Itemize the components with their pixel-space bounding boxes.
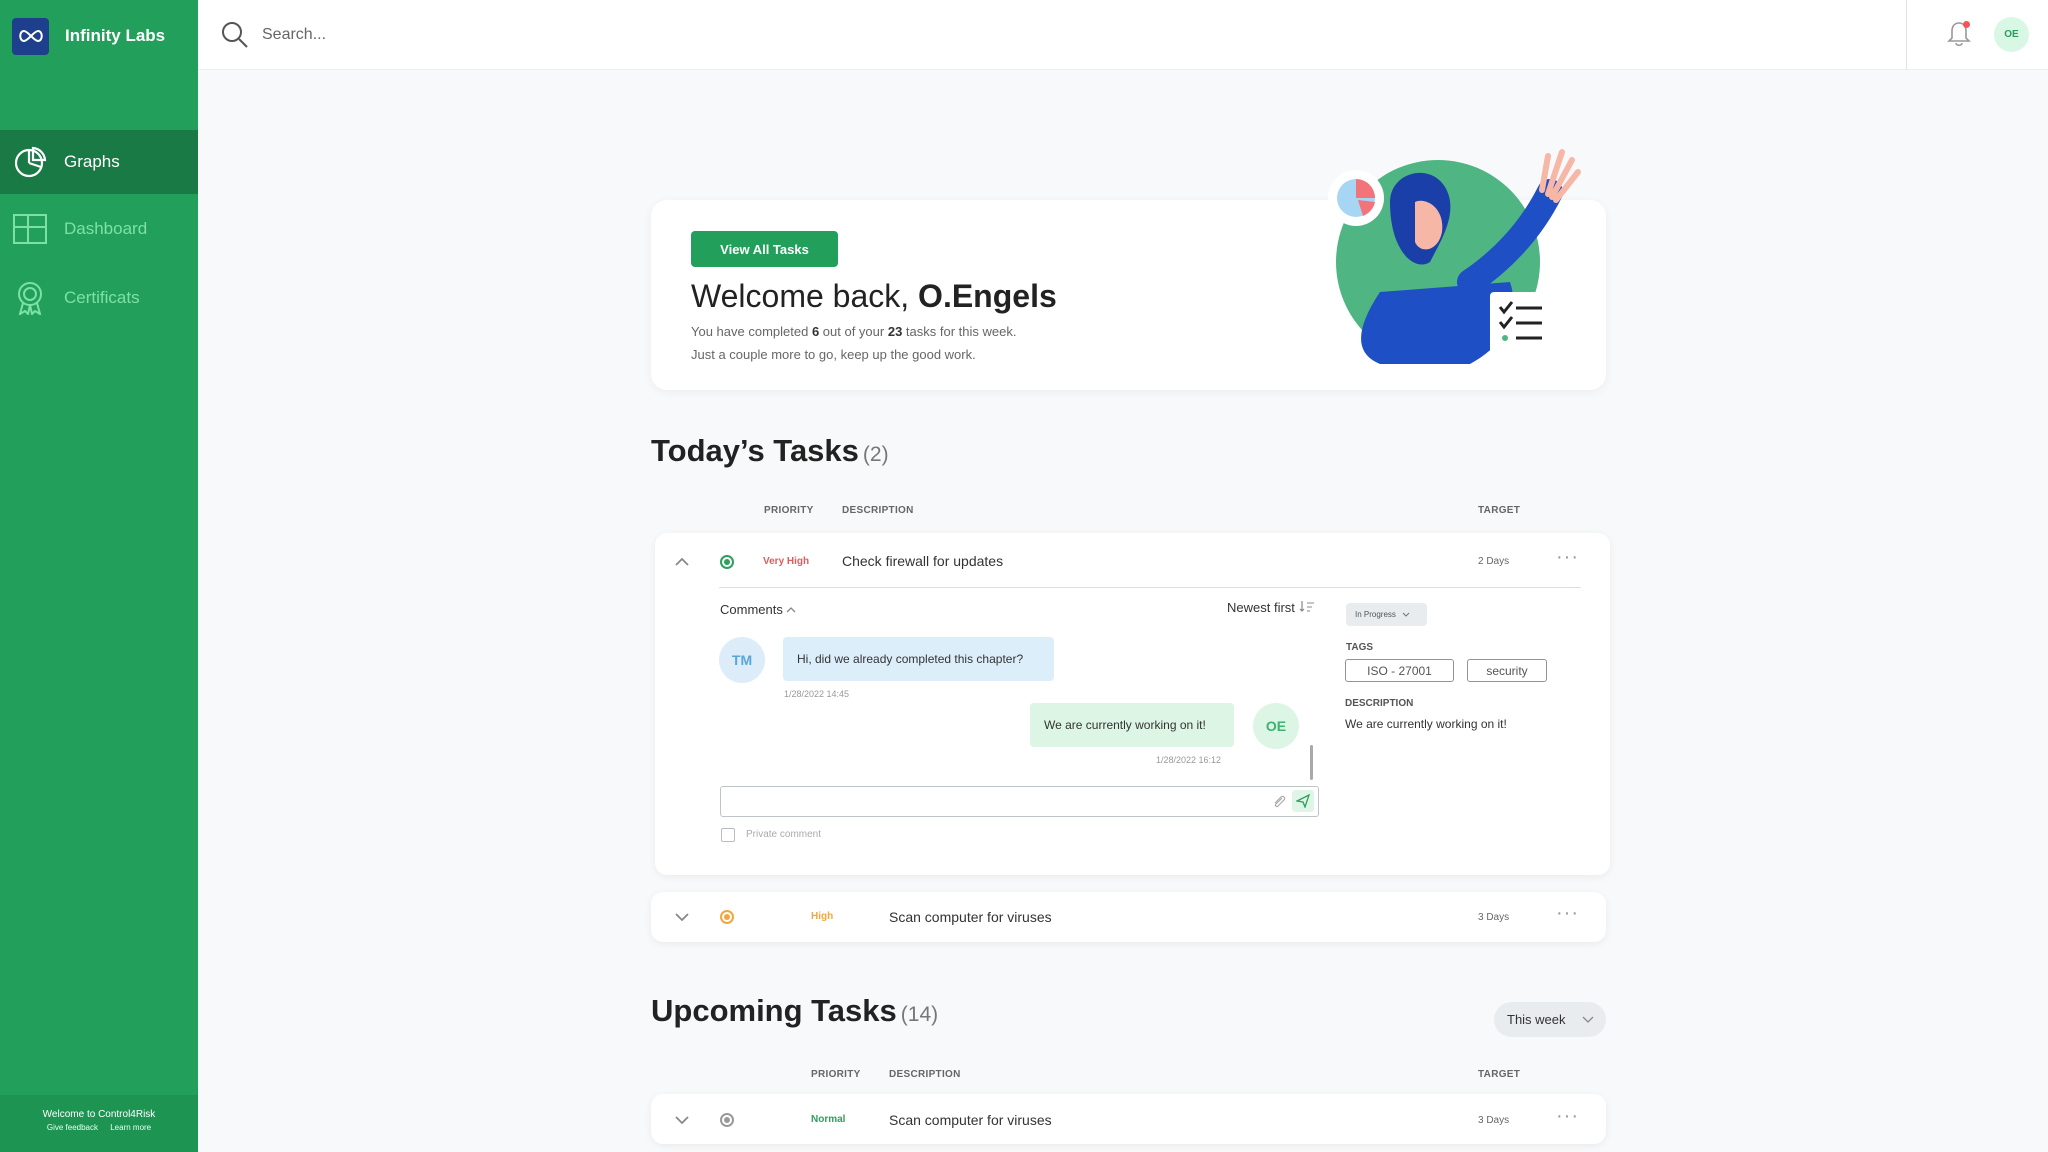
status-dropdown[interactable]: In Progress — [1346, 603, 1427, 626]
topbar-divider — [1906, 0, 1907, 70]
todays-tasks-count: (2) — [862, 443, 889, 466]
priority-dot — [720, 1113, 734, 1127]
award-icon — [12, 280, 48, 316]
sidebar: Infinity Labs Graphs Dashboard Certifica… — [0, 0, 198, 1152]
chevron-up-icon[interactable] — [672, 552, 692, 572]
welcome-illustration — [1320, 142, 1600, 378]
notifications-button[interactable] — [1946, 20, 1972, 48]
send-icon — [1296, 794, 1310, 808]
column-priority: PRIORITY — [764, 505, 814, 516]
user-name: O.Engels — [918, 278, 1057, 314]
more-options-button[interactable]: ··· — [1556, 903, 1579, 923]
tags-label: TAGS — [1346, 642, 1374, 653]
description-label: DESCRIPTION — [1345, 698, 1414, 709]
bell-icon — [1946, 22, 1972, 52]
row-divider — [719, 587, 1581, 588]
notification-dot — [1963, 21, 1970, 28]
priority-label: Very High — [763, 556, 810, 567]
task-description: Scan computer for viruses — [889, 1112, 1052, 1128]
view-all-tasks-button[interactable]: View All Tasks — [691, 231, 838, 267]
user-avatar[interactable]: OE — [1994, 17, 2029, 52]
paperclip-icon[interactable] — [1271, 794, 1287, 810]
week-filter-dropdown[interactable]: This week — [1494, 1002, 1606, 1037]
sidebar-footer: Welcome to Control4Risk Give feedback Le… — [0, 1095, 198, 1152]
task-target: 2 Days — [1478, 556, 1510, 567]
sidebar-item-label: Dashboard — [64, 219, 148, 238]
brand[interactable]: Infinity Labs — [0, 0, 198, 72]
grid-icon — [12, 211, 48, 247]
comment-input-box — [720, 786, 1319, 817]
priority-dot — [720, 910, 734, 924]
todays-tasks-title: Today’s Tasks (2) — [651, 433, 889, 468]
priority-label: High — [811, 911, 834, 922]
column-description: DESCRIPTION — [842, 505, 914, 516]
commenter-avatar: OE — [1253, 703, 1299, 749]
task-row[interactable] — [651, 1094, 1606, 1144]
search-icon — [220, 20, 250, 50]
chevron-up-icon — [787, 607, 796, 613]
brand-name: Infinity Labs — [65, 26, 166, 45]
column-priority: PRIORITY — [811, 1069, 861, 1080]
task-detail-description: We are currently working on it! — [1345, 717, 1507, 731]
comment-bubble: We are currently working on it! — [1030, 703, 1234, 747]
column-target: TARGET — [1478, 1069, 1521, 1080]
sort-icon — [1299, 601, 1314, 612]
comment-time: 1/28/2022 14:45 — [784, 689, 850, 699]
priority-label: Normal — [811, 1114, 846, 1125]
chevron-down-icon — [1582, 1016, 1593, 1023]
sidebar-item-certificats[interactable]: Certificats — [0, 266, 198, 330]
welcome-title: Welcome back, O.Engels — [691, 278, 1057, 314]
sort-dropdown[interactable]: Newest first — [1227, 600, 1315, 615]
upcoming-tasks-title: Upcoming Tasks (14) — [651, 993, 939, 1028]
task-target: 3 Days — [1478, 1115, 1510, 1126]
comment-bubble: Hi, did we already completed this chapte… — [783, 637, 1054, 681]
column-description: DESCRIPTION — [889, 1069, 961, 1080]
comment-time: 1/28/2022 16:12 — [1156, 755, 1222, 765]
footer-welcome: Welcome to Control4Risk — [42, 1109, 156, 1120]
sidebar-item-dashboard[interactable]: Dashboard — [0, 197, 198, 261]
progress-text: You have completed 6 out of your 23 task… — [691, 324, 1017, 339]
top-bar: OE — [198, 0, 2048, 70]
sidebar-item-label: Certificats — [64, 288, 140, 307]
more-options-button[interactable]: ··· — [1556, 547, 1579, 567]
search-input[interactable] — [262, 20, 762, 50]
comments-toggle[interactable]: Comments — [720, 602, 796, 617]
column-target: TARGET — [1478, 505, 1521, 516]
comments-scrollbar[interactable] — [1310, 745, 1313, 780]
sidebar-item-graphs[interactable]: Graphs — [0, 130, 198, 194]
chevron-down-icon[interactable] — [672, 907, 692, 927]
give-feedback-link[interactable]: Give feedback — [47, 1123, 98, 1132]
task-target: 3 Days — [1478, 912, 1510, 923]
encouragement-text: Just a couple more to go, keep up the go… — [691, 347, 976, 362]
chevron-down-icon — [1402, 612, 1410, 617]
pie-chart-icon — [12, 144, 48, 180]
comment-input[interactable] — [727, 791, 1267, 813]
learn-more-link[interactable]: Learn more — [110, 1123, 151, 1132]
priority-dot — [720, 555, 734, 569]
commenter-avatar: TM — [719, 637, 765, 683]
sidebar-item-label: Graphs — [64, 152, 120, 171]
task-description: Scan computer for viruses — [889, 909, 1052, 925]
private-comment-label: Private comment — [746, 829, 822, 840]
upcoming-tasks-count: (14) — [900, 1003, 939, 1026]
task-row[interactable] — [651, 892, 1606, 942]
more-options-button[interactable]: ··· — [1556, 1106, 1579, 1126]
tag-chip[interactable]: security — [1467, 659, 1547, 682]
infinity-logo-icon — [12, 17, 49, 55]
task-description: Check firewall for updates — [842, 553, 1004, 569]
send-button[interactable] — [1292, 790, 1314, 812]
private-comment-checkbox[interactable] — [721, 828, 735, 842]
chevron-down-icon[interactable] — [672, 1110, 692, 1130]
tag-chip[interactable]: ISO - 27001 — [1345, 659, 1454, 682]
